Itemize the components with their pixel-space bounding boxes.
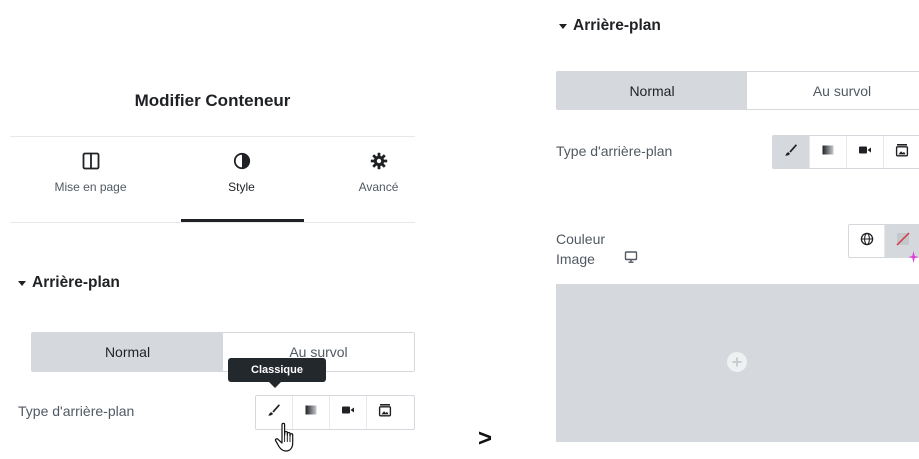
global-colors-button[interactable] bbox=[849, 225, 884, 257]
slideshow-button[interactable] bbox=[366, 396, 403, 429]
color-label: Couleur bbox=[556, 231, 606, 247]
slideshow-icon bbox=[895, 143, 909, 162]
half-circle-icon bbox=[174, 152, 309, 172]
right-state-tab-hover[interactable]: Au survol bbox=[747, 72, 919, 109]
columns-icon bbox=[23, 152, 158, 172]
background-type-label: Type d'arrière-plan bbox=[18, 403, 135, 419]
right-state-tabs: Normal Au survol bbox=[556, 71, 919, 110]
tab-style-label: Style bbox=[228, 180, 255, 194]
right-gradient-button[interactable] bbox=[809, 136, 846, 168]
tab-layout[interactable]: Mise en page bbox=[23, 152, 158, 208]
tab-style[interactable]: Style bbox=[174, 152, 309, 208]
tooltip-classic: Classique bbox=[228, 358, 326, 382]
image-label: Image bbox=[556, 251, 595, 267]
right-slideshow-button[interactable] bbox=[883, 136, 919, 168]
right-background-type-label: Type d'arrière-plan bbox=[556, 143, 673, 159]
no-color-slash-icon bbox=[895, 231, 911, 252]
hand-cursor-icon bbox=[274, 422, 300, 459]
transition-arrow: > bbox=[478, 425, 493, 452]
brush-icon bbox=[784, 143, 798, 162]
right-section-toggle-background[interactable]: Arrière-plan bbox=[559, 17, 661, 35]
gradient-icon bbox=[821, 143, 835, 162]
state-tab-normal[interactable]: Normal bbox=[32, 333, 223, 371]
globe-icon bbox=[860, 232, 874, 251]
header-divider bbox=[10, 136, 415, 137]
section-title: Arrière-plan bbox=[32, 274, 120, 291]
responsive-desktop-icon[interactable] bbox=[624, 250, 638, 269]
right-video-button[interactable] bbox=[846, 136, 883, 168]
state-tabs: Normal Au survol bbox=[31, 332, 415, 372]
caret-down-icon bbox=[18, 280, 26, 286]
add-image-icon[interactable] bbox=[727, 352, 747, 372]
slideshow-icon bbox=[378, 403, 392, 422]
tab-layout-label: Mise en page bbox=[54, 180, 127, 194]
video-button[interactable] bbox=[329, 396, 366, 429]
ai-sparkle-icon[interactable] bbox=[908, 250, 919, 269]
panel-title: Modifier Conteneur bbox=[134, 91, 291, 110]
tab-advanced[interactable]: Avancé bbox=[311, 152, 446, 208]
tab-advanced-label: Avancé bbox=[358, 180, 399, 194]
gradient-icon bbox=[304, 403, 318, 422]
tabs-divider bbox=[10, 222, 415, 223]
caret-down-icon bbox=[559, 23, 567, 29]
right-section-title: Arrière-plan bbox=[573, 17, 661, 34]
right-classic-button[interactable] bbox=[773, 136, 809, 168]
video-icon bbox=[858, 143, 872, 162]
section-toggle-background[interactable]: Arrière-plan bbox=[18, 274, 120, 292]
right-background-type-buttons bbox=[772, 135, 919, 169]
right-state-tab-normal[interactable]: Normal bbox=[557, 72, 747, 109]
tooltip-arrow bbox=[269, 382, 281, 388]
brush-icon bbox=[267, 403, 281, 422]
video-icon bbox=[341, 403, 355, 422]
gear-icon bbox=[311, 152, 446, 172]
